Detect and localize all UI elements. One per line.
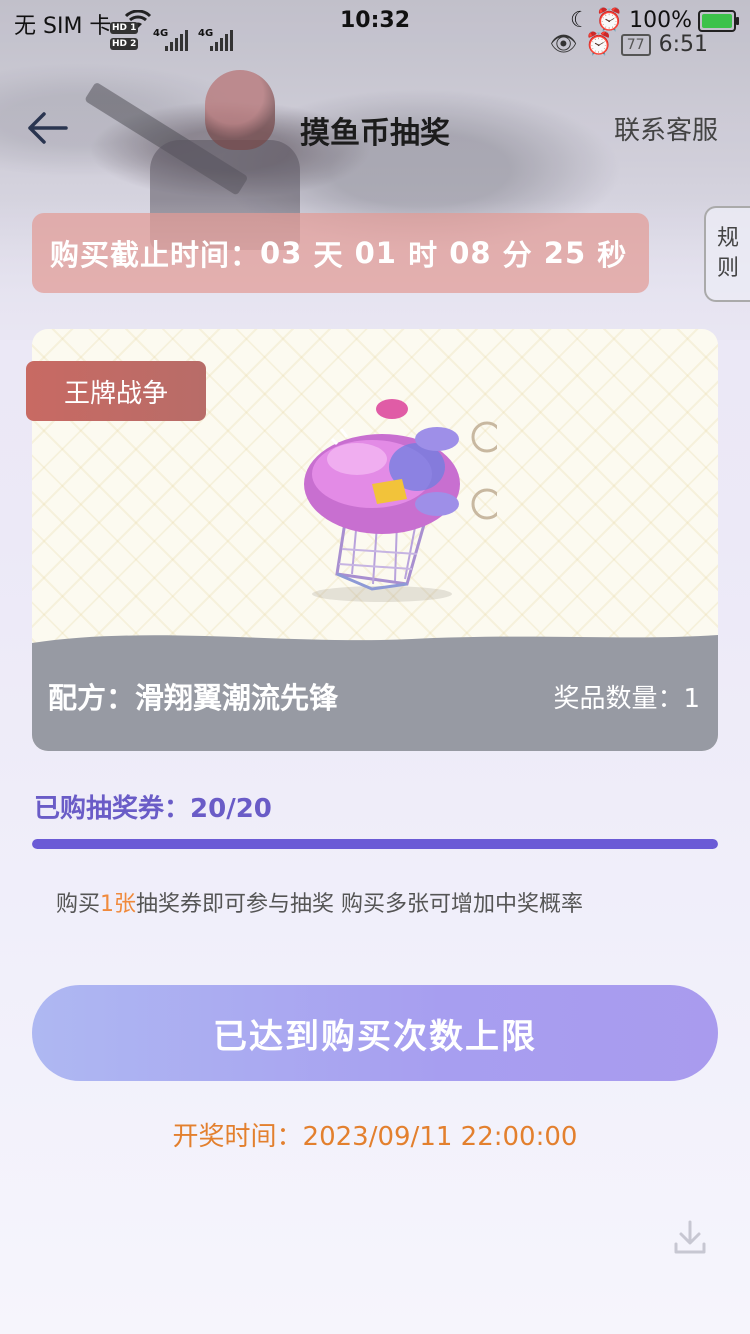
hint-suffix: 抽奖券即可参与抽奖 购买多张可增加中奖概率 xyxy=(136,892,584,917)
hint-prefix: 购买 xyxy=(56,892,101,917)
deadline-days: 03 xyxy=(260,236,303,270)
tickets-progress-fill xyxy=(32,839,718,849)
prize-quantity: 奖品数量：1 xyxy=(553,684,700,714)
purchased-tickets-value: 20/20 xyxy=(190,794,272,824)
rules-tab-char-2: 则 xyxy=(716,256,739,281)
hd-indicators: HD 1 HD 2 xyxy=(110,22,139,50)
hd1-badge: HD 1 xyxy=(110,22,139,34)
eye-icon: 👁 xyxy=(549,32,578,57)
deadline-hours: 01 xyxy=(354,236,397,270)
tickets-progress-bar xyxy=(32,839,718,849)
deadline-hours-unit: 时 xyxy=(408,238,439,272)
alarm-clock-icon: ⏰ xyxy=(585,32,613,57)
notification-count-badge: 77 xyxy=(620,33,651,56)
hd2-badge: HD 2 xyxy=(110,38,139,50)
alarm-icon: ⏰ xyxy=(595,8,624,33)
download-icon[interactable] xyxy=(672,1218,708,1258)
carrier-label: 无 SIM 卡 xyxy=(14,14,112,39)
purchase-deadline-banner: 购买截止时间： 03 天 01 时 08 分 25 秒 xyxy=(32,213,649,293)
battery-percent: 100% xyxy=(629,8,692,33)
contact-service-link[interactable]: 联系客服 xyxy=(614,110,718,147)
rules-tab-char-1: 规 xyxy=(716,226,739,251)
prize-info-bar: 配方：滑翔翼潮流先锋 奖品数量：1 xyxy=(32,631,718,751)
signal-bars-1-icon xyxy=(165,30,188,51)
airship-glider-icon xyxy=(304,399,497,602)
purchase-hint: 购买1张抽奖券即可参与抽奖 购买多张可增加中奖概率 xyxy=(56,886,583,918)
deadline-seconds: 25 xyxy=(543,236,587,270)
game-tag: 王牌战争 xyxy=(26,361,206,421)
hint-number: 1张 xyxy=(100,892,137,917)
status-time: 10:32 xyxy=(340,8,411,33)
secondary-time: 6:51 xyxy=(658,32,708,57)
prize-recipe-name: 配方：滑翔翼潮流先锋 xyxy=(48,681,339,715)
status-right-group: ☾ ⏰ 100% xyxy=(569,8,739,33)
deadline-minutes: 08 xyxy=(449,236,492,270)
draw-time-label: 开奖时间： xyxy=(172,1122,303,1152)
deadline-label: 购买截止时间： xyxy=(50,238,261,272)
deadline-minutes-unit: 分 xyxy=(502,238,533,272)
moon-icon: ☾ xyxy=(569,8,590,33)
navigation-bar: 摸鱼币抽奖 联系客服 xyxy=(0,90,750,166)
purchased-tickets-label: 已购抽奖券： xyxy=(34,794,191,824)
deadline-days-unit: 天 xyxy=(313,238,344,272)
battery-icon xyxy=(698,9,739,32)
status-bar: 无 SIM 卡 HD 1 HD 2 4G 4G 10:32 ☾ ⏰ 100% 👁… xyxy=(0,0,750,60)
draw-time: 开奖时间：2023/09/11 22:00:00 xyxy=(0,1116,750,1153)
signal-bars-2-icon xyxy=(210,30,233,51)
rules-tab[interactable]: 规 则 xyxy=(704,206,750,302)
deadline-seconds-unit: 秒 xyxy=(597,238,628,272)
status-secondary-group: 👁 ⏰ 77 6:51 xyxy=(549,32,708,57)
purchased-tickets: 已购抽奖券：20/20 xyxy=(34,788,272,825)
draw-time-value: 2023/09/11 22:00:00 xyxy=(302,1122,578,1152)
purchase-limit-button[interactable]: 已达到购买次数上限 xyxy=(32,985,718,1081)
